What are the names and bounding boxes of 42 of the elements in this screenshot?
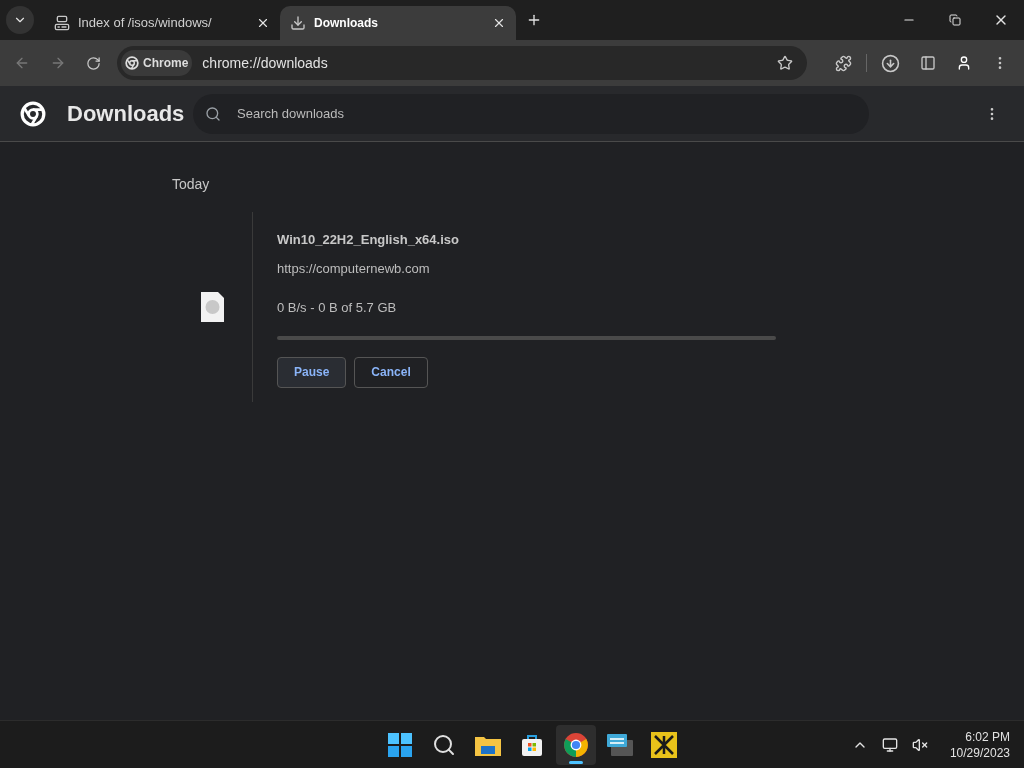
source-url[interactable]: https://computernewb.com bbox=[277, 258, 852, 278]
search-icon bbox=[205, 105, 221, 122]
restore-icon[interactable] bbox=[949, 14, 961, 26]
arrows-icon bbox=[651, 731, 677, 758]
computer-icon bbox=[54, 15, 70, 31]
keyboard-window-icon bbox=[607, 733, 633, 756]
close-tab-icon[interactable] bbox=[492, 16, 506, 30]
new-tab-icon[interactable] bbox=[526, 12, 542, 28]
file-name[interactable]: Win10_22H2_English_x64.iso bbox=[277, 230, 852, 250]
site-chip[interactable]: Chrome bbox=[121, 50, 193, 76]
profile-icon[interactable] bbox=[956, 55, 972, 71]
close-tab-icon[interactable] bbox=[256, 16, 270, 30]
chrome-icon bbox=[125, 56, 139, 70]
tab-title: Index of /isos/windows/ bbox=[78, 14, 213, 33]
muted-speaker-icon[interactable] bbox=[911, 736, 928, 753]
tab-search-button[interactable] bbox=[6, 6, 34, 34]
pause-button[interactable]: Pause bbox=[277, 356, 347, 388]
cancel-button[interactable]: Cancel bbox=[354, 356, 428, 388]
search-icon bbox=[432, 732, 456, 757]
reload-icon[interactable] bbox=[86, 55, 101, 71]
address-bar[interactable]: Chrome chrome://downloads bbox=[117, 46, 807, 80]
page-title: Downloads bbox=[67, 100, 186, 128]
download-icon[interactable] bbox=[881, 53, 900, 73]
tab-title: Downloads bbox=[314, 15, 379, 32]
side-panel-icon[interactable] bbox=[920, 55, 936, 71]
disc-file-icon bbox=[201, 291, 224, 322]
date-heading: Today bbox=[172, 175, 211, 194]
extensions-icon[interactable] bbox=[835, 54, 852, 72]
clock[interactable]: 6:02 PM 10/29/2023 bbox=[949, 728, 1010, 761]
chrome-logo-icon bbox=[20, 100, 46, 127]
store-bag-icon bbox=[520, 732, 544, 757]
browser-tab[interactable]: Downloads bbox=[280, 6, 516, 40]
taskbar-app[interactable] bbox=[556, 724, 596, 765]
star-icon[interactable] bbox=[777, 55, 793, 71]
network-icon[interactable] bbox=[881, 736, 898, 753]
chrome-icon bbox=[563, 731, 589, 758]
download-status: 0 B/s - 0 B of 5.7 GB bbox=[277, 299, 398, 317]
windows-icon bbox=[388, 732, 412, 757]
url-text: chrome://downloads bbox=[202, 53, 329, 73]
download-icon bbox=[290, 15, 306, 31]
search-field[interactable]: Search downloads bbox=[193, 93, 869, 134]
browser-tab[interactable]: Index of /isos/windows/ bbox=[44, 6, 280, 40]
